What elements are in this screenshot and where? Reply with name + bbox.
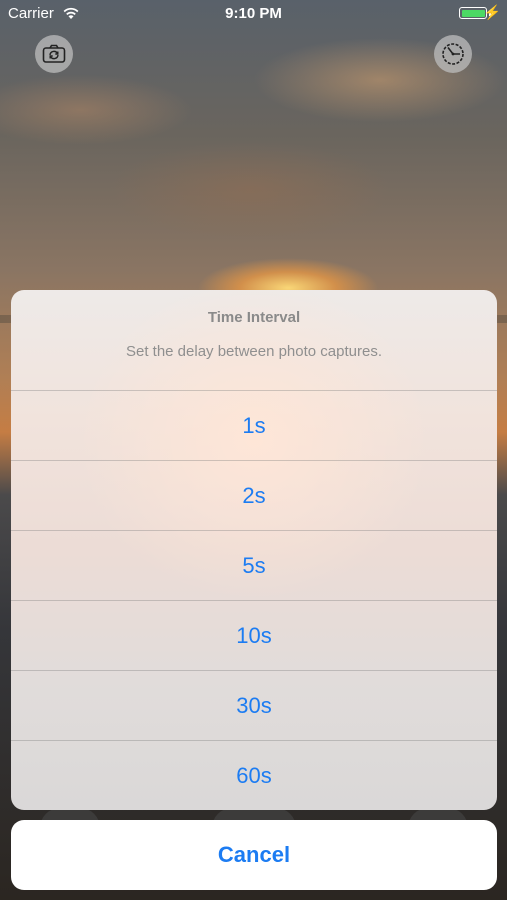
option-10s[interactable]: 10s <box>11 601 497 671</box>
option-60s[interactable]: 60s <box>11 741 497 810</box>
clock: 9:10 PM <box>225 5 282 22</box>
action-sheet: Time Interval Set the delay between phot… <box>11 290 497 810</box>
option-1s[interactable]: 1s <box>11 391 497 461</box>
timer-icon <box>442 43 464 65</box>
camera-switch-icon <box>42 44 66 63</box>
status-bar: Carrier 9:10 PM ⚡ <box>0 0 507 28</box>
charging-bolt-icon: ⚡ <box>483 4 501 20</box>
action-sheet-title: Time Interval <box>207 309 301 326</box>
action-sheet-header: Time Interval Set the delay between phot… <box>11 290 497 391</box>
action-sheet-message: Set the delay between photo captures. <box>125 343 382 360</box>
option-30s[interactable]: 30s <box>11 671 497 741</box>
switch-camera-button[interactable] <box>35 35 73 73</box>
timer-button[interactable] <box>434 35 472 73</box>
option-2s[interactable]: 2s <box>11 461 497 531</box>
option-5s[interactable]: 5s <box>11 531 497 601</box>
cancel-button[interactable]: Cancel <box>11 820 497 890</box>
